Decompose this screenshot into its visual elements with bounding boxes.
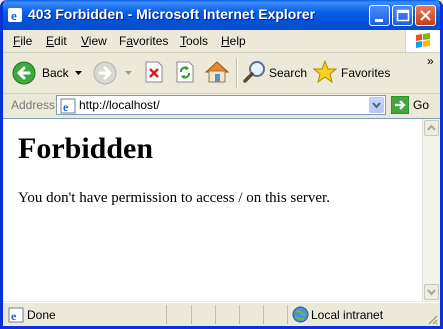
menu-view-accesskey: V bbox=[81, 34, 89, 48]
back-button[interactable]: Back bbox=[11, 60, 83, 86]
back-dropdown-icon bbox=[75, 71, 82, 75]
menu-view-label: iew bbox=[88, 34, 107, 48]
address-label: Address bbox=[11, 98, 56, 112]
forward-dropdown-icon bbox=[125, 71, 132, 75]
status-divider bbox=[263, 305, 264, 324]
menu-help[interactable]: Help bbox=[221, 34, 246, 48]
toolbar-separator bbox=[236, 58, 238, 88]
scroll-up-icon bbox=[427, 124, 436, 131]
status-divider bbox=[191, 305, 192, 324]
page-heading: Forbidden bbox=[18, 132, 154, 165]
home-icon bbox=[204, 61, 230, 83]
minimize-icon bbox=[375, 19, 383, 22]
security-zone: Local intranet bbox=[311, 308, 384, 322]
maximize-icon bbox=[396, 9, 410, 22]
favorites-button[interactable]: Favorites bbox=[313, 60, 393, 86]
home-button[interactable] bbox=[204, 59, 230, 85]
vertical-scrollbar[interactable] bbox=[422, 119, 440, 301]
status-divider bbox=[166, 305, 167, 324]
scroll-down-icon bbox=[427, 289, 436, 296]
go-button[interactable]: Go bbox=[413, 98, 429, 112]
windows-logo bbox=[405, 30, 440, 52]
menu-view[interactable]: View bbox=[81, 34, 107, 48]
page-content: Forbidden You don't have permission to a… bbox=[3, 118, 440, 301]
resize-grip-icon[interactable] bbox=[426, 313, 438, 325]
forward-button[interactable] bbox=[92, 60, 132, 86]
status-text: Done bbox=[27, 308, 56, 322]
status-divider bbox=[287, 305, 288, 324]
ie-logo-icon: e bbox=[8, 8, 22, 23]
page-message: You don't have permission to access / on… bbox=[18, 190, 330, 206]
svg-text:e: e bbox=[63, 100, 69, 114]
refresh-icon bbox=[176, 61, 194, 83]
menu-favorites[interactable]: Favorites bbox=[119, 34, 168, 48]
star-icon bbox=[313, 60, 337, 84]
close-icon bbox=[420, 10, 431, 21]
menu-file-label: ile bbox=[20, 34, 33, 48]
menu-favorites-label: vorites bbox=[133, 34, 169, 48]
back-arrow-icon bbox=[12, 61, 36, 85]
chevron-down-icon bbox=[372, 102, 381, 109]
menu-edit[interactable]: Edit bbox=[46, 34, 67, 48]
address-dropdown-button[interactable] bbox=[369, 97, 384, 113]
menu-help-label: elp bbox=[229, 34, 246, 48]
toolbar-overflow-chevron[interactable]: » bbox=[427, 54, 434, 68]
title-bar[interactable]: e 403 Forbidden - Microsoft Internet Exp… bbox=[3, 0, 440, 30]
forward-arrow-icon bbox=[93, 61, 117, 85]
menu-tools-label: ools bbox=[186, 34, 209, 48]
windows-flag-icon bbox=[416, 33, 430, 48]
svg-text:e: e bbox=[11, 309, 17, 323]
menu-help-accesskey: H bbox=[221, 34, 230, 48]
close-button[interactable] bbox=[415, 5, 436, 26]
menu-file[interactable]: File bbox=[13, 34, 32, 48]
intranet-globe-icon bbox=[292, 306, 309, 323]
address-bar: Address e http://localhost/ Go bbox=[3, 94, 440, 118]
page-done-icon: e bbox=[8, 307, 24, 323]
status-divider bbox=[215, 305, 216, 324]
back-label: Back bbox=[42, 66, 69, 80]
scroll-down-button[interactable] bbox=[424, 284, 439, 300]
standard-toolbar: Back Search Favorites » bbox=[3, 53, 440, 94]
stop-button[interactable] bbox=[143, 61, 165, 83]
minimize-button[interactable] bbox=[369, 5, 390, 26]
page-icon: e bbox=[60, 98, 76, 114]
window-title: 403 Forbidden - Microsoft Internet Explo… bbox=[28, 6, 316, 22]
svg-text:e: e bbox=[11, 8, 17, 23]
menu-edit-label: dit bbox=[54, 34, 67, 48]
menu-edit-accesskey: E bbox=[46, 34, 55, 48]
search-button[interactable]: Search bbox=[243, 60, 308, 86]
status-bar: e Done Local intranet bbox=[3, 302, 440, 326]
menu-tools[interactable]: Tools bbox=[180, 34, 208, 48]
refresh-button[interactable] bbox=[174, 61, 196, 83]
maximize-button[interactable] bbox=[392, 5, 413, 26]
search-icon bbox=[243, 61, 265, 83]
search-label: Search bbox=[269, 66, 308, 80]
scroll-up-button[interactable] bbox=[424, 120, 439, 136]
go-arrow-icon[interactable] bbox=[391, 96, 409, 114]
favorites-label: Favorites bbox=[341, 66, 391, 80]
stop-icon bbox=[145, 61, 163, 83]
address-url: http://localhost/ bbox=[79, 98, 160, 112]
menu-bar: File Edit View Favorites Tools Help bbox=[3, 30, 440, 53]
status-divider bbox=[239, 305, 240, 324]
address-input[interactable]: e http://localhost/ bbox=[56, 95, 386, 115]
browser-window: e 403 Forbidden - Microsoft Internet Exp… bbox=[0, 0, 443, 329]
